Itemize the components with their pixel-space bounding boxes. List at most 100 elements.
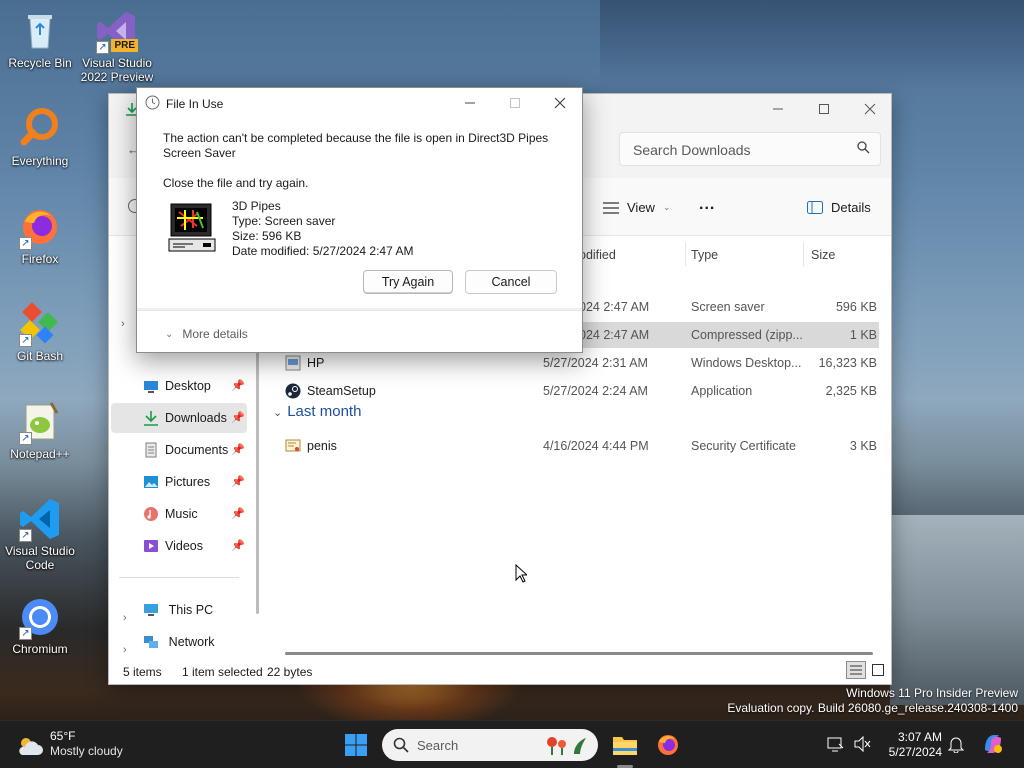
- explorer-maximize-button[interactable]: [801, 94, 847, 124]
- windows-logo-icon: [345, 734, 367, 756]
- network-muted-icon[interactable]: [853, 735, 871, 756]
- vscode-icon: ↗: [17, 496, 63, 542]
- certificate-icon: [285, 438, 301, 457]
- desktop-icon-recycle-bin[interactable]: Recycle Bin: [0, 8, 80, 70]
- shortcut-arrow-icon: ↗: [19, 432, 32, 445]
- file-size: Size: 596 KB: [232, 229, 302, 243]
- screen-saver-file-icon: [167, 202, 219, 256]
- shortcut-arrow-icon: ↗: [19, 237, 32, 250]
- taskbar-search-box[interactable]: Search: [382, 729, 598, 761]
- search-downloads-input[interactable]: Search Downloads: [619, 132, 881, 166]
- chevron-right-icon[interactable]: ›: [121, 318, 125, 330]
- explorer-minimize-button[interactable]: [755, 94, 801, 124]
- status-selected-size: 22 bytes: [267, 665, 313, 679]
- row-date: 5/27/2024 2:31 AM: [543, 356, 648, 370]
- table-row[interactable]: SteamSetup 5/27/2024 2:24 AM Application…: [271, 378, 879, 404]
- shortcut-arrow-icon: ↗: [19, 529, 32, 542]
- file-name: 3D Pipes: [232, 199, 281, 213]
- see-more-button[interactable]: ...: [699, 196, 715, 214]
- group-label: Last month: [287, 403, 362, 420]
- taskbar-file-explorer-button[interactable]: [609, 729, 641, 761]
- file-type: Type: Screen saver: [232, 214, 336, 228]
- desktop-icon-label: Everything: [11, 154, 69, 168]
- shortcut-arrow-icon: ↗: [96, 41, 109, 54]
- details-view-icon: [850, 665, 862, 675]
- details-view-button[interactable]: [846, 661, 866, 679]
- taskbar-firefox-button[interactable]: [652, 729, 684, 761]
- taskbar: 65°F Mostly cloudy Search 3:07 AM 5/27/2…: [0, 720, 1024, 768]
- row-size: 16,323 KB: [818, 356, 877, 370]
- desktop-icon-git-bash[interactable]: ↗ Git Bash: [0, 301, 80, 363]
- dialog-message: The action can't be completed because th…: [163, 131, 549, 160]
- evaluation-watermark: Windows 11 Pro Insider Preview Evaluatio…: [727, 686, 1018, 716]
- desktop-icon-visual-studio-code[interactable]: ↗ Visual Studio Code: [0, 496, 80, 572]
- desktop-icon: [143, 378, 159, 394]
- table-row[interactable]: HP 5/27/2024 2:31 AM Windows Desktop... …: [271, 350, 879, 376]
- row-type: Screen saver: [691, 300, 765, 314]
- column-header-date-modified[interactable]: odified: [579, 248, 616, 262]
- file-list-horizontal-scrollbar[interactable]: [285, 652, 873, 655]
- more-details-toggle[interactable]: ⌄ More details: [165, 327, 248, 341]
- taskbar-clock[interactable]: 3:07 AM 5/27/2024: [876, 730, 942, 760]
- pin-icon: 📌: [231, 380, 245, 392]
- file-in-use-dialog: File In Use The action can't be complete…: [136, 87, 583, 353]
- desktop-icon-label: Git Bash: [16, 349, 64, 363]
- chevron-right-icon[interactable]: ›: [123, 612, 127, 624]
- search-highlight-flowers-icon: [542, 734, 588, 759]
- documents-icon: [143, 442, 159, 458]
- nav-item-label: Videos: [165, 539, 203, 553]
- row-date: 5/27/2024 2:24 AM: [543, 384, 648, 398]
- nav-item-desktop[interactable]: Desktop 📌: [111, 371, 247, 401]
- nav-divider: [119, 577, 239, 578]
- row-size: 596 KB: [835, 300, 877, 314]
- large-icons-view-button[interactable]: [868, 661, 888, 679]
- chevron-right-icon[interactable]: ›: [123, 644, 127, 656]
- row-type: Application: [691, 384, 753, 398]
- row-date: 024 2:47 AM: [579, 328, 650, 342]
- nav-item-label: Documents: [165, 443, 229, 457]
- desktop-icon-everything[interactable]: Everything: [0, 106, 80, 168]
- explorer-close-button[interactable]: [847, 94, 893, 124]
- table-row[interactable]: penis 4/16/2024 4:44 PM Security Certifi…: [271, 433, 879, 459]
- cancel-button[interactable]: Cancel: [465, 270, 557, 294]
- dialog-close-button[interactable]: [537, 88, 583, 118]
- shortcut-arrow-icon: ↗: [19, 334, 32, 347]
- dialog-maximize-button-disabled: [492, 88, 538, 118]
- desktop-icon-firefox[interactable]: ↗ Firefox: [0, 204, 80, 266]
- group-header-last-month[interactable]: ⌄ Last month: [273, 403, 361, 420]
- row-size: 1 KB: [849, 328, 877, 342]
- nav-item-label: This PC: [168, 603, 214, 617]
- column-header-size[interactable]: Size: [811, 248, 835, 262]
- file-date-modified: Date modified: 5/27/2024 2:47 AM: [232, 244, 414, 258]
- nav-item-this-pc[interactable]: › This PC: [111, 595, 247, 625]
- steam-icon: [285, 383, 301, 402]
- details-pane-button[interactable]: Details: [807, 200, 871, 215]
- notifications-bell-icon[interactable]: [947, 735, 965, 756]
- copilot-icon[interactable]: [981, 732, 1005, 759]
- nav-item-downloads[interactable]: Downloads 📌: [111, 403, 247, 433]
- try-again-button[interactable]: Try Again: [363, 270, 453, 294]
- desktop-icon-notepad-plus-plus[interactable]: ↗ Notepad++: [0, 399, 80, 461]
- shortcut-arrow-icon: ↗: [19, 627, 32, 640]
- view-menu-button[interactable]: View ⌄: [603, 200, 671, 215]
- start-button[interactable]: [340, 729, 372, 761]
- desktop-icon-visual-studio-2022-preview[interactable]: PRE ↗ Visual Studio 2022 Preview: [77, 8, 157, 84]
- view-icon: [603, 201, 619, 214]
- nav-item-music[interactable]: Music 📌: [111, 499, 247, 529]
- chevron-down-icon: ⌄: [273, 407, 283, 419]
- display-settings-icon[interactable]: [827, 735, 845, 756]
- nav-item-network[interactable]: › Network: [111, 627, 247, 657]
- more-details-label: More details: [182, 327, 248, 341]
- row-name: SteamSetup: [307, 384, 376, 398]
- nav-item-label: Downloads: [165, 411, 227, 425]
- nav-item-documents[interactable]: Documents 📌: [111, 435, 247, 465]
- desktop-icon-chromium[interactable]: ↗ Chromium: [0, 594, 80, 656]
- column-header-type[interactable]: Type: [691, 248, 718, 262]
- search-placeholder: Search Downloads: [633, 142, 751, 158]
- wallpaper-clouds: [600, 0, 1024, 90]
- dialog-minimize-button[interactable]: [447, 88, 493, 118]
- nav-item-label: Network: [168, 635, 215, 649]
- search-icon: [857, 141, 870, 157]
- nav-item-videos[interactable]: Videos 📌: [111, 531, 247, 561]
- nav-item-pictures[interactable]: Pictures 📌: [111, 467, 247, 497]
